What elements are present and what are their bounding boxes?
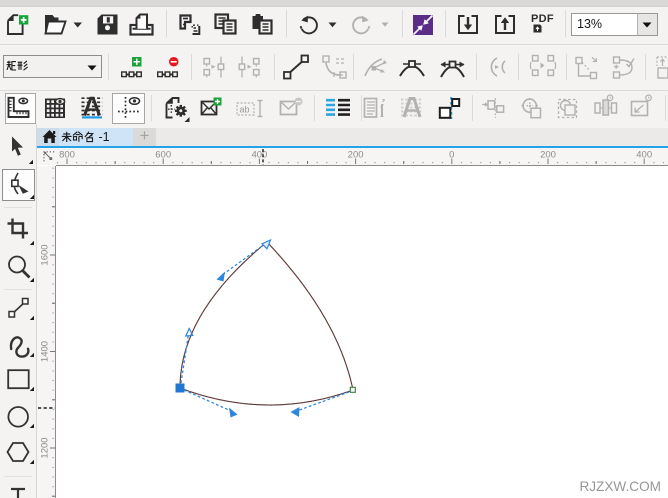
svg-text:1200: 1200 xyxy=(40,437,51,458)
svg-text:1400: 1400 xyxy=(40,341,51,362)
svg-text:1600: 1600 xyxy=(40,244,51,265)
